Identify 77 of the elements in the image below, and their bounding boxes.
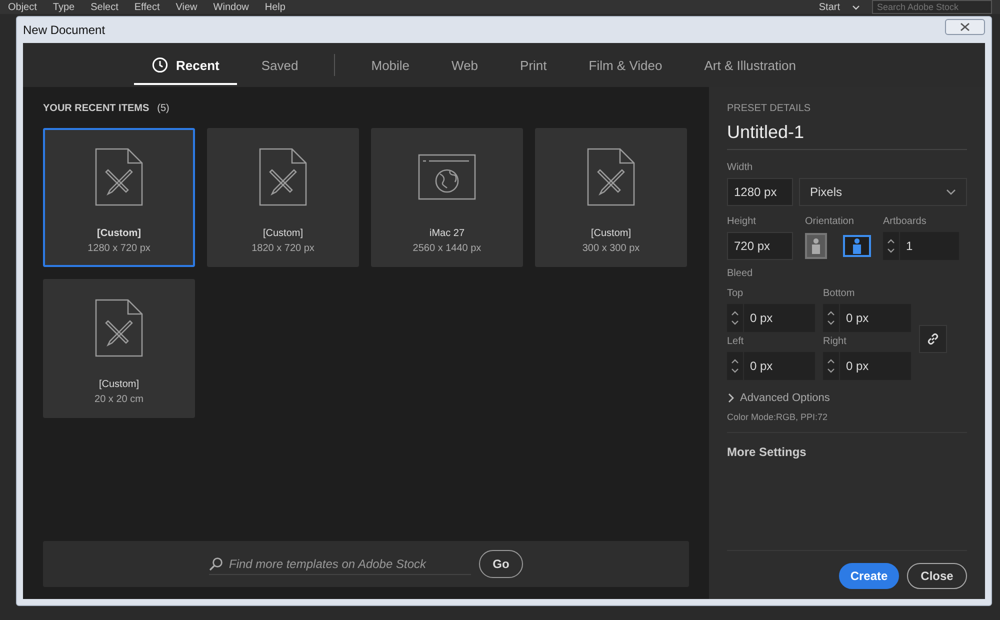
chevron-down-icon [852, 4, 860, 10]
clock-icon [152, 57, 168, 73]
chevron-right-icon [727, 393, 735, 403]
category-tab[interactable]: Web [434, 46, 496, 84]
stepper-button[interactable] [823, 352, 839, 380]
item-count: (5) [157, 103, 170, 114]
go-button[interactable]: Go [479, 550, 523, 578]
preset-card[interactable]: iMac 27 2560 x 1440 px [371, 128, 523, 267]
category-tab[interactable]: Film & Video [570, 46, 680, 84]
section-heading: YOUR RECENT ITEMS [43, 103, 150, 114]
field-label: Artboards [883, 216, 928, 227]
link-icon [926, 332, 940, 346]
advanced-options-toggle[interactable]: Advanced Options [727, 392, 967, 404]
field-label: Width [727, 162, 754, 173]
document-name-field[interactable]: Untitled-1 [727, 122, 967, 150]
height-field[interactable]: 720 px [727, 232, 793, 260]
stock-search-field[interactable]: Search Adobe Stock [872, 0, 992, 14]
units-dropdown[interactable]: Pixels [799, 178, 967, 206]
stepper-icon [731, 357, 739, 375]
create-button[interactable]: Create [839, 563, 899, 589]
document-icon [95, 148, 143, 206]
chevron-down-icon [946, 189, 956, 195]
template-search-field[interactable]: Find more templates on Adobe Stock [209, 554, 471, 574]
bleed-field[interactable]: 0 px [840, 352, 911, 380]
stepper-icon [887, 237, 895, 255]
field-label: Bleed [727, 268, 754, 279]
preset-card[interactable]: [Custom] 1820 x 720 px [207, 128, 359, 267]
bleed-field[interactable]: 0 px [744, 304, 815, 332]
search-icon [209, 556, 223, 570]
field-label: Bottom [823, 288, 856, 299]
field-label: Top [727, 288, 744, 299]
more-settings-link[interactable]: More Settings [727, 445, 967, 459]
field-label: Right [823, 336, 848, 347]
window-title: New Document [23, 23, 106, 37]
color-mode-text: Color Mode:RGB, PPI:72 [727, 412, 829, 422]
document-icon [95, 299, 143, 357]
close-icon [960, 23, 970, 31]
category-tab[interactable]: Saved [243, 46, 316, 84]
stepper-icon [827, 309, 835, 327]
category-tab[interactable]: Mobile [353, 46, 428, 84]
close-button[interactable]: Close [907, 563, 967, 589]
category-tab[interactable]: Print [502, 46, 565, 84]
category-tab[interactable]: Art & Illustration [686, 46, 814, 84]
menu-item[interactable]: Help [264, 2, 286, 12]
link-button[interactable] [919, 325, 947, 353]
document-icon [587, 148, 635, 206]
stepper-button[interactable] [727, 304, 743, 332]
stepper-button[interactable] [823, 304, 839, 332]
stepper-button[interactable] [727, 352, 743, 380]
close-button[interactable] [945, 19, 985, 35]
menu-item[interactable]: Type [52, 2, 75, 12]
menu-item[interactable]: Object [8, 2, 37, 12]
width-field[interactable]: 1280 px [727, 178, 793, 206]
person-icon [851, 238, 863, 254]
portrait-button[interactable] [805, 233, 827, 259]
menu-item[interactable]: Effect [134, 2, 160, 12]
section-heading: PRESET DETAILS [727, 103, 812, 114]
field-label: Orientation [805, 216, 855, 227]
bleed-field[interactable]: 0 px [744, 352, 815, 380]
artboards-field[interactable]: 1 [900, 232, 959, 260]
preset-card[interactable]: [Custom] 20 x 20 cm [43, 279, 195, 418]
stepper-button[interactable] [883, 232, 899, 260]
preset-card[interactable]: [Custom] 300 x 300 px [535, 128, 687, 267]
preset-card[interactable]: [Custom] 1280 x 720 px [43, 128, 195, 267]
workspace-switcher[interactable]: Start [818, 2, 840, 12]
person-icon [810, 238, 822, 254]
field-label: Height [727, 216, 757, 227]
menu-item[interactable]: Select [90, 2, 118, 12]
stepper-icon [731, 309, 739, 327]
menu-item[interactable]: Window [213, 2, 249, 12]
menu-item[interactable]: View [176, 2, 198, 12]
landscape-button[interactable] [843, 235, 871, 257]
document-icon [259, 148, 307, 206]
stepper-icon [827, 357, 835, 375]
bleed-field[interactable]: 0 px [840, 304, 911, 332]
category-tab[interactable]: Recent [134, 45, 238, 85]
field-label: Left [727, 336, 745, 347]
